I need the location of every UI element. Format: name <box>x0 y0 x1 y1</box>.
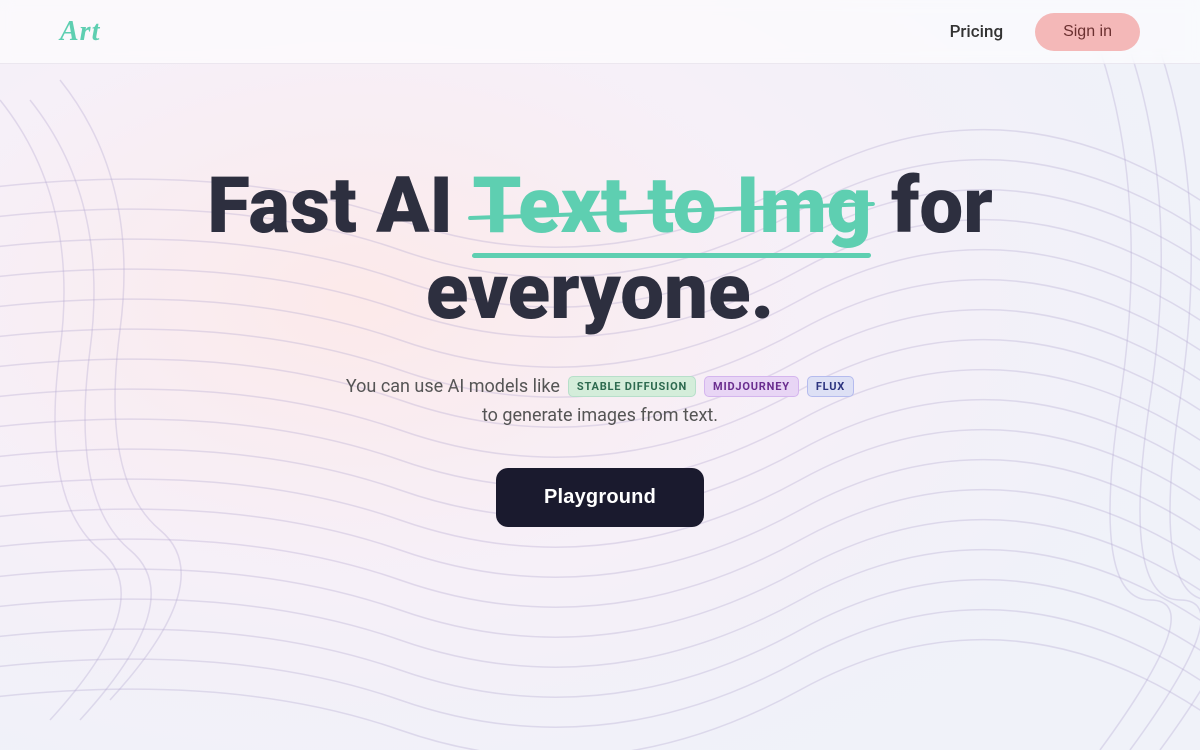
logo: Art <box>60 16 100 48</box>
playground-button[interactable]: Playground <box>496 468 704 527</box>
navbar: Art Pricing Sign in <box>0 0 1200 64</box>
headline-part1: Fast AI <box>207 161 472 252</box>
subtext-before: You can use AI models like <box>346 376 560 397</box>
hero-section: Fast AI Text to Img for everyone. You ca… <box>0 64 1200 527</box>
badge-midjourney: MIDJOURNEY <box>704 376 799 397</box>
pricing-link[interactable]: Pricing <box>950 22 1004 42</box>
badge-stable-diffusion: STABLE DIFFUSION <box>568 376 696 397</box>
signin-button[interactable]: Sign in <box>1035 13 1140 51</box>
nav-right: Pricing Sign in <box>950 13 1140 51</box>
subtext-after: to generate images from text. <box>482 405 718 426</box>
headline-accent: Text to Img <box>472 164 871 250</box>
headline: Fast AI Text to Img for everyone. <box>150 164 1050 336</box>
badge-flux: FLUX <box>807 376 854 397</box>
subtext: You can use AI models like STABLE DIFFUS… <box>250 376 950 426</box>
